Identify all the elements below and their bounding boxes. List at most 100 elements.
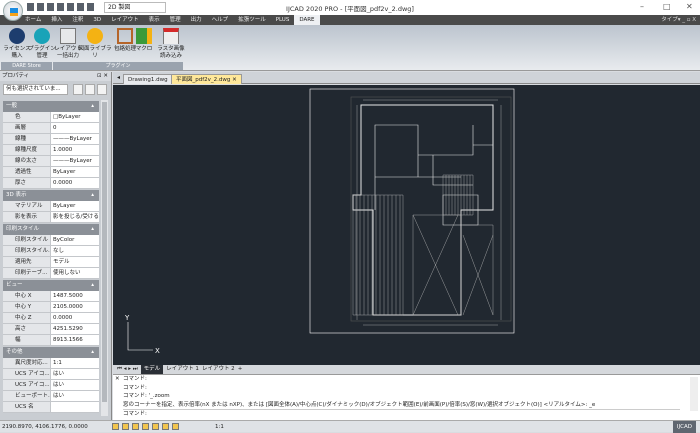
macro-button[interactable]: マクロ [133,28,155,53]
undo-icon[interactable] [77,3,84,11]
panel-close-icon[interactable]: ⊡ ✕ [97,72,108,81]
property-row[interactable]: 線種 ———ByLayer [3,134,99,145]
property-row[interactable]: 印刷テーブ... 使用しない [3,268,99,279]
property-row[interactable]: UCS アイコ... はい [3,369,99,380]
tab-extensions[interactable]: 拡張ツール [233,15,271,25]
command-input[interactable]: コマンド: [123,409,680,419]
drafting-toggles[interactable] [112,423,179,430]
property-value[interactable]: なし [51,246,99,256]
property-row[interactable]: 色 □ByLayer [3,112,99,123]
polar-icon[interactable] [142,423,149,430]
property-row[interactable]: 線種尺度 1.0000 [3,145,99,156]
ortho-icon[interactable] [132,423,139,430]
mdi-controls[interactable]: タイプ▾ _ ▫ X [661,15,696,25]
tab-annotate[interactable]: 注釈 [67,15,88,25]
properties-scrollbar[interactable] [101,100,108,416]
property-row[interactable]: 印刷スタイル... なし [3,246,99,257]
property-value[interactable] [51,402,99,412]
tab-scroll-left-icon[interactable]: ◂ [117,74,120,81]
save-icon[interactable] [47,3,54,11]
new-icon[interactable] [27,3,34,11]
property-value[interactable]: 0 [51,123,99,133]
property-value[interactable]: はい [51,369,99,379]
open-icon[interactable] [37,3,44,11]
property-row[interactable]: 厚さ 0.0000 [3,178,99,189]
select-objects-icon[interactable] [85,84,95,95]
property-value[interactable]: ByLayer [51,167,99,177]
property-value[interactable]: 影を投じる/受ける [51,212,99,222]
property-value[interactable]: □ByLayer [51,112,99,122]
property-value[interactable]: ByColor [51,235,99,245]
property-row[interactable]: 影を表示 影を投じる/受ける [3,212,99,223]
raster-image-button[interactable]: ラスタ画像 読み込み [156,28,186,60]
tab-plus[interactable]: PLUS [271,15,295,25]
property-section-header[interactable]: 3D 表示 [3,190,99,201]
property-row[interactable]: 異尺度対応... 1:1 [3,358,99,369]
tab-home[interactable]: ホーム [20,15,46,25]
property-row[interactable]: 中心 X 1487.5000 [3,291,99,302]
property-value[interactable]: ByLayer [51,201,99,211]
property-value[interactable]: 0.0000 [51,178,99,188]
tab-output[interactable]: 出力 [186,15,207,25]
layout-tab-2[interactable]: レイアウト 2 [202,365,235,374]
tab-view[interactable]: 表示 [144,15,165,25]
selection-dropdown[interactable]: 何も選択されていま... [3,84,68,95]
tab-3d[interactable]: 3D [88,15,106,25]
property-row[interactable]: 適用先 モデル [3,257,99,268]
property-value[interactable]: 0.0000 [51,313,99,323]
property-row[interactable]: 幅 8913.1566 [3,335,99,346]
layout-tab-1[interactable]: レイアウト 1 [166,365,199,374]
property-row[interactable]: UCS 名 [3,402,99,413]
property-value[interactable]: 2105.0000 [51,302,99,312]
property-value[interactable]: はい [51,380,99,390]
tab-manage[interactable]: 管理 [165,15,186,25]
property-value[interactable]: 8913.1566 [51,335,99,345]
property-section-header[interactable]: その他 [3,347,99,358]
property-value[interactable]: モデル [51,257,99,267]
tab-insert[interactable]: 挿入 [46,15,67,25]
property-value[interactable]: はい [51,391,99,401]
drawing-canvas[interactable]: YX [113,85,700,365]
property-row[interactable]: ビューポート... はい [3,391,99,402]
redo-icon[interactable] [87,3,94,11]
tab-dare[interactable]: DARE [294,15,320,25]
layout-nav-icon[interactable]: ⏮ ◂ ▸ ⏭ [117,365,138,374]
layout-tab-add[interactable]: + [238,365,243,374]
snap-icon[interactable] [112,423,119,430]
minimize-button[interactable]: – [640,2,644,11]
property-row[interactable]: 高さ 4251.5290 [3,324,99,335]
property-value[interactable]: ———ByLayer [51,134,99,144]
property-section-header[interactable]: ビュー [3,280,99,291]
command-close-icon[interactable]: ✕ [115,375,120,384]
close-tab-icon[interactable]: ✕ [232,77,237,83]
quick-access-toolbar[interactable] [27,3,94,11]
property-row[interactable]: 中心 Y 2105.0000 [3,302,99,313]
close-button[interactable]: ✕ [686,2,693,11]
doc-tab-drawing1[interactable]: Drawing1.dwg [123,74,173,84]
property-value[interactable]: 1.0000 [51,145,99,155]
workspace-select[interactable]: 2D 製図 [104,2,166,13]
command-scrollbar[interactable] [690,377,698,411]
grid-icon[interactable] [122,423,129,430]
tab-help[interactable]: ヘルプ [207,15,234,25]
application-menu-button[interactable] [3,1,23,21]
property-value[interactable]: 4251.5290 [51,324,99,334]
tab-layout[interactable]: レイアウト [106,15,144,25]
doc-tab-floorplan[interactable]: 平面図_pdf2v_2.dwg ✕ [171,74,242,84]
property-section-header[interactable]: 印刷スタイル [3,224,99,235]
print-icon[interactable] [67,3,74,11]
save-as-icon[interactable] [57,3,64,11]
property-value[interactable]: 1:1 [51,358,99,368]
quick-select-icon[interactable] [97,84,107,95]
property-row[interactable]: マテリアル ByLayer [3,201,99,212]
property-row[interactable]: 印刷スタイル ByColor [3,235,99,246]
zoom-icon[interactable] [172,423,179,430]
drawing-library-button[interactable]: 図面ライブラリ [77,28,113,60]
property-row[interactable]: 中心 Z 0.0000 [3,313,99,324]
layout-tab-model[interactable]: モデル [140,365,164,374]
lineweight-icon[interactable] [162,423,169,430]
property-row[interactable]: 線の太さ ———ByLayer [3,156,99,167]
property-value[interactable]: 使用しない [51,268,99,278]
property-value[interactable]: 1487.5000 [51,291,99,301]
property-value[interactable]: ———ByLayer [51,156,99,166]
